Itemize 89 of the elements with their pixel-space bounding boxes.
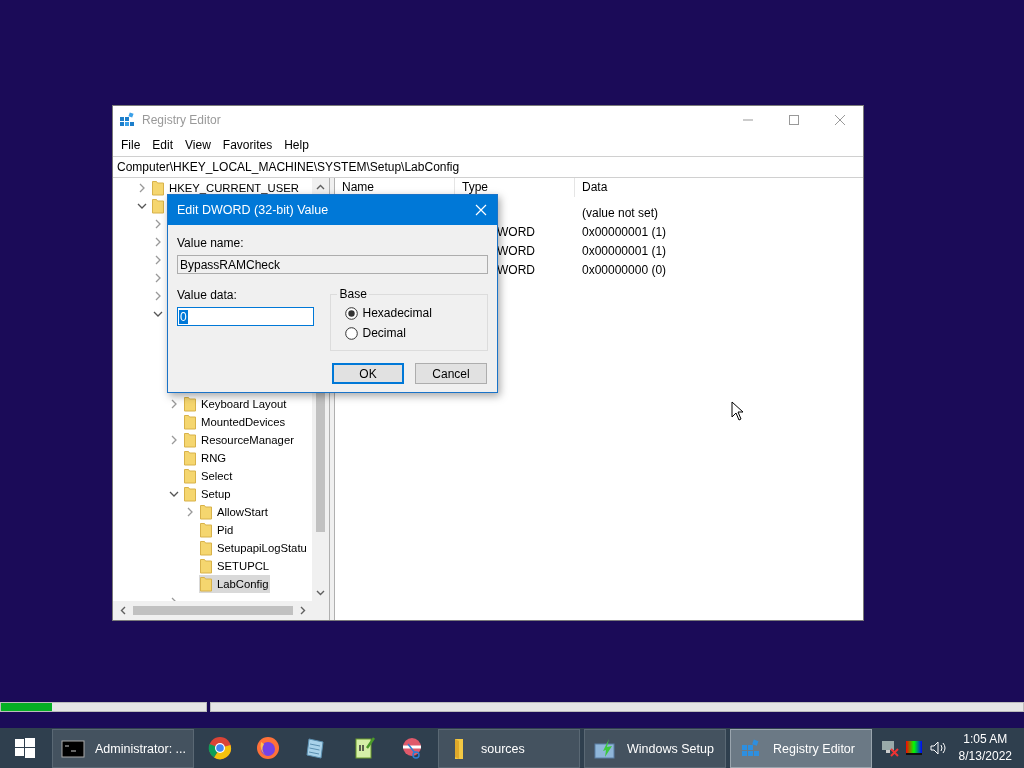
clock-date: 8/13/2022 bbox=[958, 748, 1012, 765]
tree-item[interactable]: Select bbox=[200, 467, 234, 485]
taskbar-button[interactable]: sources bbox=[438, 729, 580, 768]
folder-icon bbox=[200, 504, 212, 520]
windows-logo-icon bbox=[15, 738, 35, 758]
table-cell: WORD bbox=[497, 243, 535, 258]
folder-icon bbox=[152, 198, 164, 214]
menu-item[interactable]: View bbox=[179, 138, 217, 152]
table-cell-text: 0x00000001 (1) bbox=[581, 224, 667, 239]
close-icon[interactable] bbox=[475, 204, 487, 216]
cancel-button[interactable]: Cancel bbox=[415, 363, 487, 384]
value-data-field[interactable]: 0 bbox=[177, 307, 314, 326]
menu-item[interactable]: Favorites bbox=[216, 138, 279, 152]
folder-icon bbox=[455, 738, 463, 759]
tree-item[interactable]: SETUPCL bbox=[216, 557, 271, 575]
scroll-left-icon[interactable] bbox=[120, 606, 126, 615]
clock-time: 1:05 AM bbox=[963, 731, 1008, 748]
notepad-icon[interactable] bbox=[352, 736, 376, 760]
scrollbar-thumb[interactable] bbox=[133, 606, 293, 615]
tree-item[interactable]: Setup bbox=[200, 485, 232, 503]
scroll-up-icon[interactable] bbox=[316, 184, 325, 190]
folder-icon bbox=[184, 396, 196, 412]
tree-item[interactable]: RNG bbox=[200, 449, 228, 467]
folder-icon bbox=[184, 468, 196, 484]
speaker-icon[interactable] bbox=[928, 739, 947, 757]
taskbar-button[interactable]: Administrator: ... bbox=[52, 729, 194, 768]
group-label: Base bbox=[337, 287, 369, 301]
folder-icon bbox=[184, 450, 196, 466]
scroll-down-icon[interactable] bbox=[316, 590, 325, 596]
radio-label[interactable]: Decimal bbox=[362, 326, 406, 340]
collapse-chevron-icon[interactable] bbox=[153, 309, 163, 319]
expand-chevron-icon[interactable] bbox=[185, 507, 195, 517]
expand-chevron-icon[interactable] bbox=[169, 435, 179, 445]
dialog-title: Edit DWORD (32-bit) Value bbox=[177, 203, 329, 217]
folder-icon bbox=[200, 576, 212, 592]
browser-icon[interactable] bbox=[208, 736, 232, 760]
tree-item[interactable]: AllowStart bbox=[216, 503, 269, 521]
tree-item[interactable]: Pid bbox=[216, 521, 235, 539]
clock[interactable]: 1:05 AM 8/13/2022 bbox=[958, 731, 1012, 765]
field-label: Value data: bbox=[177, 288, 238, 302]
table-cell: WORD bbox=[497, 262, 535, 277]
window-title: Registry Editor bbox=[142, 113, 221, 127]
menu-item[interactable]: Help bbox=[278, 138, 315, 152]
radio-label[interactable]: Hexadecimal bbox=[362, 306, 432, 320]
menu-item[interactable]: Edit bbox=[146, 138, 180, 152]
collapse-chevron-icon[interactable] bbox=[137, 201, 147, 211]
folder-icon bbox=[152, 180, 164, 196]
ok-button[interactable]: OK bbox=[332, 363, 404, 384]
radio-button[interactable] bbox=[345, 326, 359, 340]
close-icon bbox=[835, 115, 845, 125]
value-name-field[interactable]: BypassRAMCheck bbox=[177, 255, 488, 274]
display-icon[interactable] bbox=[904, 739, 923, 757]
maximize-icon bbox=[789, 115, 799, 125]
table-cell-text: 0x00000000 (0) bbox=[581, 262, 667, 277]
tree-item[interactable]: HKEY_CURRENT_USER bbox=[168, 179, 300, 197]
collapse-chevron-icon[interactable] bbox=[169, 489, 179, 499]
folder-icon bbox=[200, 522, 212, 538]
folder-icon bbox=[200, 558, 212, 574]
cursor-icon bbox=[731, 401, 744, 421]
scroll-right-icon[interactable] bbox=[300, 606, 306, 615]
field-label: Value name: bbox=[177, 236, 245, 250]
taskbar-button[interactable]: Windows Setup bbox=[584, 729, 726, 768]
table-cell-text: 0x00000001 (1) bbox=[581, 243, 667, 258]
tree-item[interactable]: ResourceManager bbox=[200, 431, 295, 449]
expand-chevron-icon[interactable] bbox=[153, 255, 163, 265]
network-icon[interactable] bbox=[880, 739, 899, 757]
taskbar-button[interactable]: Registry Editor bbox=[730, 729, 872, 768]
expand-chevron-icon[interactable] bbox=[169, 399, 179, 409]
folder-icon bbox=[184, 486, 196, 502]
column-header[interactable]: Data bbox=[575, 178, 608, 197]
folder-icon bbox=[200, 540, 212, 556]
expand-chevron-icon[interactable] bbox=[153, 219, 163, 229]
menu-item[interactable]: File bbox=[115, 138, 147, 152]
folder-icon bbox=[184, 414, 196, 430]
table-cell: WORD bbox=[497, 224, 535, 239]
tree-item[interactable]: MountedDevices bbox=[200, 413, 287, 431]
radio-button[interactable] bbox=[345, 306, 359, 320]
expand-chevron-icon[interactable] bbox=[153, 237, 163, 247]
browser-icon[interactable] bbox=[256, 736, 280, 760]
address-bar[interactable]: Computer\HKEY_LOCAL_MACHINE\SYSTEM\Setup\LabConfig bbox=[113, 156, 863, 178]
table-cell-text: (value not set) bbox=[581, 205, 659, 220]
expand-chevron-icon[interactable] bbox=[153, 291, 163, 301]
registry-icon bbox=[119, 112, 135, 128]
scissors-icon[interactable] bbox=[400, 736, 424, 760]
folder-icon bbox=[184, 432, 196, 448]
expand-chevron-icon[interactable] bbox=[137, 183, 147, 193]
expand-chevron-icon[interactable] bbox=[153, 273, 163, 283]
tree-item[interactable]: Keyboard Layout bbox=[200, 395, 288, 413]
tree-item[interactable]: SetupapiLogStatu bbox=[216, 539, 308, 557]
